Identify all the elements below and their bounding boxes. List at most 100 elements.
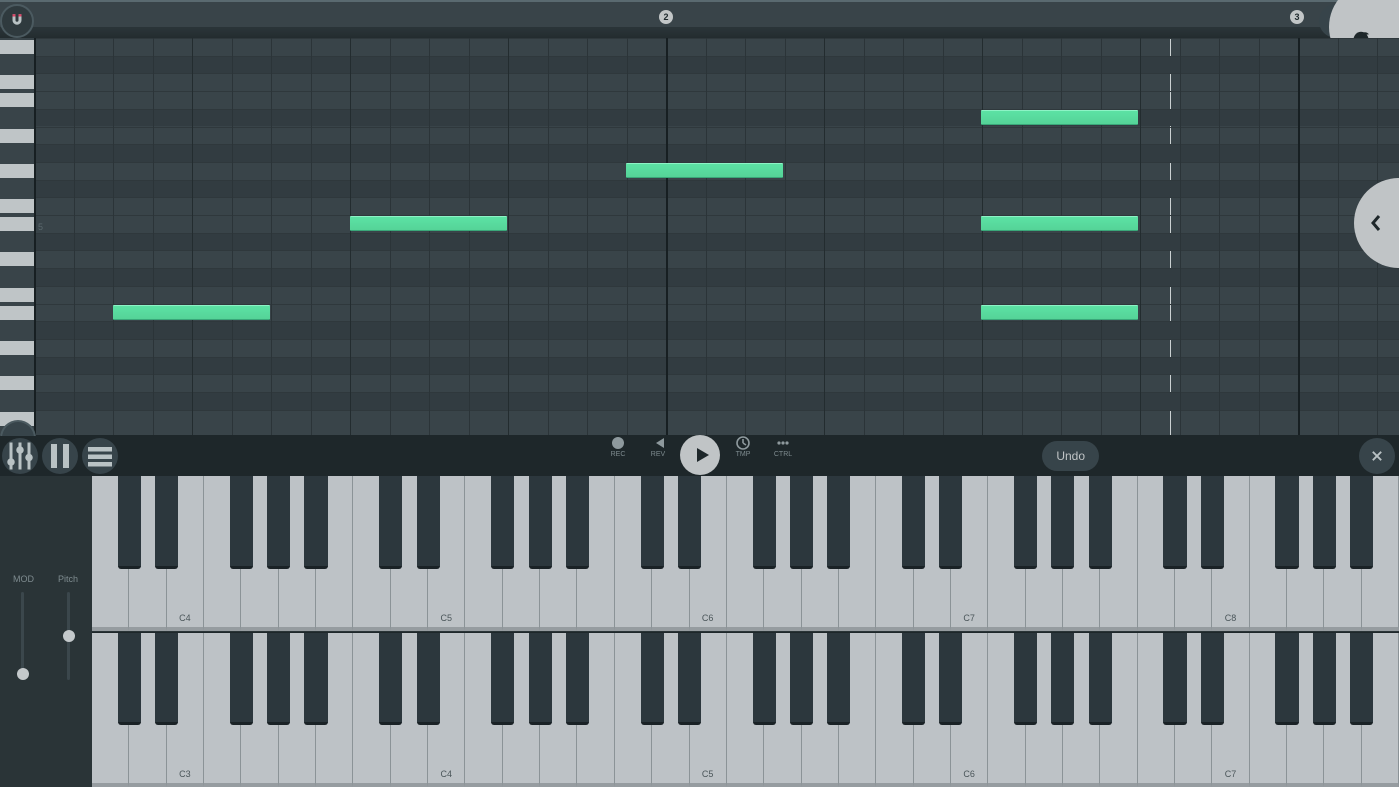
black-key[interactable] xyxy=(1089,476,1112,569)
black-key[interactable] xyxy=(1014,633,1037,725)
key-label: C4 xyxy=(179,613,191,623)
black-key[interactable] xyxy=(1163,476,1186,569)
black-key[interactable] xyxy=(417,476,440,569)
ctrl-label: CTRL xyxy=(774,451,792,458)
midi-note[interactable] xyxy=(350,216,507,231)
black-keys-top[interactable] xyxy=(92,476,1399,569)
magnet-icon xyxy=(8,12,26,30)
piano-roll-key-column[interactable] xyxy=(0,38,34,435)
black-key[interactable] xyxy=(1201,633,1224,725)
black-key[interactable] xyxy=(417,633,440,725)
black-key[interactable] xyxy=(529,633,552,725)
black-key[interactable] xyxy=(641,633,664,725)
tempo-button[interactable]: TMP xyxy=(728,436,758,458)
key-label: C6 xyxy=(702,613,714,623)
keyboard-area: MOD Pitch C4C5C6C7C8 C3C4C5C6C7 xyxy=(0,476,1399,787)
black-key[interactable] xyxy=(118,633,141,725)
black-key[interactable] xyxy=(1350,476,1373,569)
tool-list-button[interactable] xyxy=(82,438,118,474)
black-key[interactable] xyxy=(566,476,589,569)
black-key[interactable] xyxy=(753,476,776,569)
midi-note[interactable] xyxy=(981,110,1138,125)
black-key[interactable] xyxy=(304,476,327,569)
black-key[interactable] xyxy=(827,476,850,569)
mod-label: MOD xyxy=(13,574,34,584)
black-key[interactable] xyxy=(155,476,178,569)
key-label: C3 xyxy=(179,769,191,779)
black-key[interactable] xyxy=(902,476,925,569)
black-key[interactable] xyxy=(230,633,253,725)
black-key[interactable] xyxy=(827,633,850,725)
chevron-left-icon xyxy=(1368,213,1384,233)
midi-note[interactable] xyxy=(626,163,783,178)
black-key[interactable] xyxy=(529,476,552,569)
black-key[interactable] xyxy=(1350,633,1373,725)
black-key[interactable] xyxy=(118,476,141,569)
black-key[interactable] xyxy=(1014,476,1037,569)
black-key[interactable] xyxy=(641,476,664,569)
tool-sliders-button[interactable] xyxy=(2,438,38,474)
bar-marker-2[interactable]: 2 xyxy=(659,10,673,24)
black-key[interactable] xyxy=(304,633,327,725)
play-icon xyxy=(694,447,710,463)
midi-note[interactable] xyxy=(113,305,270,320)
black-key[interactable] xyxy=(790,476,813,569)
black-key[interactable] xyxy=(230,476,253,569)
dots-icon xyxy=(776,436,790,450)
midi-note[interactable] xyxy=(981,216,1138,231)
keyboard-deck-bottom[interactable]: C3C4C5C6C7 xyxy=(92,632,1399,787)
black-key[interactable] xyxy=(753,633,776,725)
black-key[interactable] xyxy=(379,476,402,569)
midi-note[interactable] xyxy=(981,305,1138,320)
black-key[interactable] xyxy=(1163,633,1186,725)
pitch-slider[interactable] xyxy=(67,592,70,680)
key-label: C7 xyxy=(963,613,975,623)
snap-toggle[interactable] xyxy=(0,4,34,38)
close-keyboard-button[interactable] xyxy=(1359,438,1395,474)
black-key[interactable] xyxy=(1089,633,1112,725)
play-button[interactable] xyxy=(680,435,720,475)
pitch-label: Pitch xyxy=(58,574,78,584)
key-label: C5 xyxy=(441,613,453,623)
record-button[interactable]: REC xyxy=(603,436,633,458)
black-key[interactable] xyxy=(267,633,290,725)
black-key[interactable] xyxy=(491,633,514,725)
black-key[interactable] xyxy=(1201,476,1224,569)
piano-roll-grid[interactable]: 5 xyxy=(34,38,1399,435)
mod-slider-thumb[interactable] xyxy=(17,668,29,680)
black-key[interactable] xyxy=(1313,476,1336,569)
black-key[interactable] xyxy=(902,633,925,725)
rewind-button[interactable]: REV xyxy=(643,436,673,458)
black-key[interactable] xyxy=(790,633,813,725)
key-label: C5 xyxy=(702,769,714,779)
black-key[interactable] xyxy=(155,633,178,725)
tool-pause-button[interactable] xyxy=(42,438,78,474)
black-key[interactable] xyxy=(566,633,589,725)
timeline-ruler[interactable]: 2 3 xyxy=(0,0,1399,38)
black-keys-bot[interactable] xyxy=(92,633,1399,725)
black-key[interactable] xyxy=(1051,633,1074,725)
black-key[interactable] xyxy=(939,633,962,725)
black-key[interactable] xyxy=(1051,476,1074,569)
black-key[interactable] xyxy=(1275,476,1298,569)
close-icon xyxy=(1370,449,1384,463)
black-key[interactable] xyxy=(678,633,701,725)
pitch-slider-thumb[interactable] xyxy=(63,630,75,642)
black-key[interactable] xyxy=(939,476,962,569)
black-key[interactable] xyxy=(678,476,701,569)
rec-label: REC xyxy=(611,451,626,458)
black-key[interactable] xyxy=(491,476,514,569)
bar-marker-3[interactable]: 3 xyxy=(1290,10,1304,24)
transport-toolbar: REC REV TMP CTRL Undo xyxy=(0,436,1399,476)
black-key[interactable] xyxy=(1313,633,1336,725)
key-label: C6 xyxy=(963,769,975,779)
black-key[interactable] xyxy=(379,633,402,725)
control-button[interactable]: CTRL xyxy=(768,436,798,458)
black-key[interactable] xyxy=(1275,633,1298,725)
list-icon xyxy=(82,438,118,474)
undo-button[interactable]: Undo xyxy=(1042,441,1099,471)
black-key[interactable] xyxy=(267,476,290,569)
mod-slider[interactable] xyxy=(21,592,24,680)
rev-label: REV xyxy=(651,451,665,458)
keyboard-deck-top[interactable]: C4C5C6C7C8 xyxy=(92,476,1399,631)
